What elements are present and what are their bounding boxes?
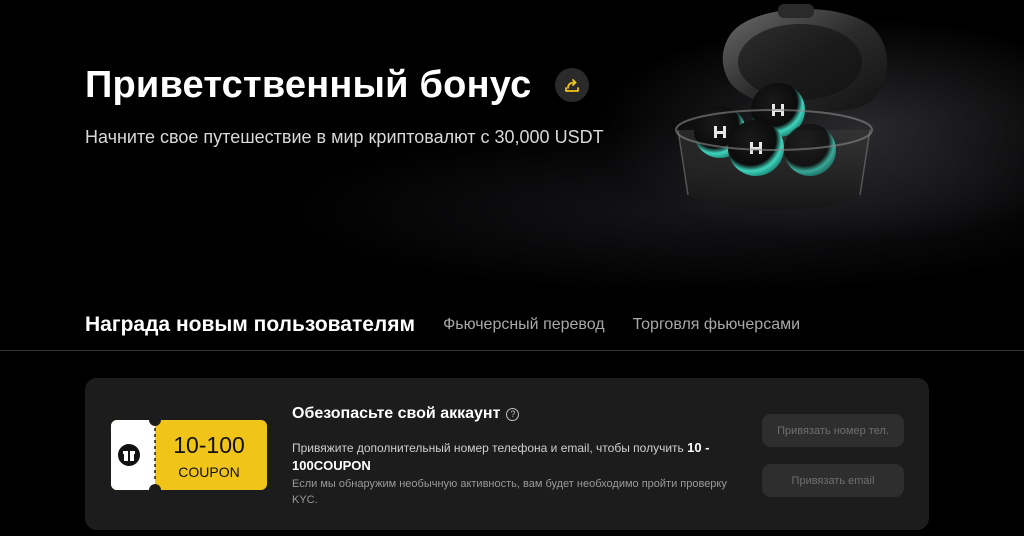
coupon-label: COUPON [178, 464, 239, 480]
share-button[interactable] [555, 68, 589, 102]
coupon-amount: 10-100 [173, 432, 245, 458]
help-icon[interactable]: ? [506, 407, 520, 421]
tab-futures-transfer[interactable]: Фьючерсный перевод [443, 316, 605, 334]
page-title: Приветственный бонус [85, 64, 532, 106]
tab-new-user-reward[interactable]: Награда новым пользователям [85, 313, 415, 337]
bonus-tabs: Награда новым пользователям Фьючерсный п… [85, 305, 828, 345]
hero-subtitle: Начните свое путешествие в мир криптовал… [85, 127, 604, 147]
crypto-coins-case-illustration [675, 4, 888, 210]
bind-phone-button[interactable]: Привязать номер тел. [762, 414, 904, 447]
card-title: Обезопасьте свой аккаунт ? [292, 405, 520, 423]
kyc-note: Если мы обнаружим необычную активность, … [292, 478, 727, 506]
gift-icon [118, 444, 140, 466]
tab-futures-trading[interactable]: Торговля фьючерсами [633, 316, 800, 334]
secure-account-card: 10-100 COUPON Обезопасьте свой аккаунт ?… [85, 378, 929, 530]
card-description: Привяжите дополнительный номер телефона … [292, 440, 710, 473]
share-icon [565, 79, 579, 92]
bind-email-button[interactable]: Привязать email [762, 464, 904, 497]
tabs-divider [0, 350, 1024, 351]
